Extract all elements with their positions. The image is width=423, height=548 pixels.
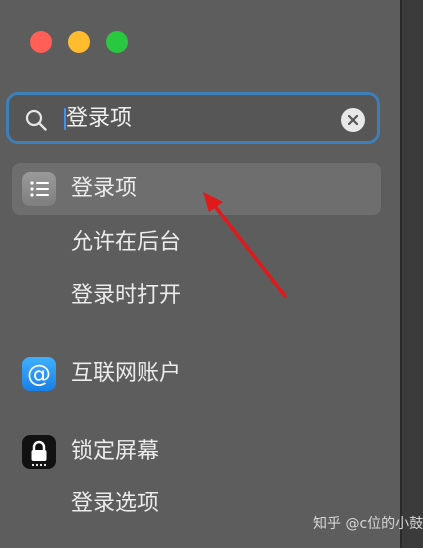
sidebar-item-internet-accounts[interactable]: @ 互联网账户: [12, 348, 381, 400]
sidebar-item-lock-screen[interactable]: 锁定屏幕: [12, 426, 381, 478]
sidebar-item-label: 登录时打开: [71, 283, 182, 308]
clear-search-button[interactable]: [341, 108, 365, 132]
sidebar-item-open-at-login[interactable]: 登录时打开: [12, 270, 381, 322]
sidebar-item-label: 登录项: [71, 176, 138, 201]
search-field[interactable]: 登录项: [6, 92, 380, 144]
sidebar-item-label: 锁定屏幕: [71, 439, 160, 464]
sidebar-item-login-items[interactable]: 登录项: [12, 163, 381, 215]
sidebar-item-allow-background[interactable]: 允许在后台: [12, 217, 381, 269]
sidebar-item-label: 登录选项: [71, 491, 160, 516]
content-pane-edge: [400, 0, 423, 548]
settings-sidebar: 登录项 登录项 允许在后台 登录时打开 @ 互联网账户 锁定屏幕 登录选项: [0, 0, 400, 548]
window-minimize-button[interactable]: [68, 31, 90, 53]
list-icon: [22, 172, 56, 206]
clear-x-icon: [347, 114, 359, 126]
sidebar-item-label: 互联网账户: [71, 361, 182, 386]
search-icon: [25, 109, 47, 131]
sidebar-item-label: 允许在后台: [71, 230, 182, 255]
window-zoom-button[interactable]: [106, 31, 128, 53]
watermark: 知乎 @c位的小鼓: [313, 516, 423, 532]
search-input-value[interactable]: 登录项: [66, 105, 132, 133]
svg-text:@: @: [27, 360, 51, 388]
window-close-button[interactable]: [30, 31, 52, 53]
lock-icon: [22, 435, 56, 469]
at-icon: @: [22, 357, 56, 391]
